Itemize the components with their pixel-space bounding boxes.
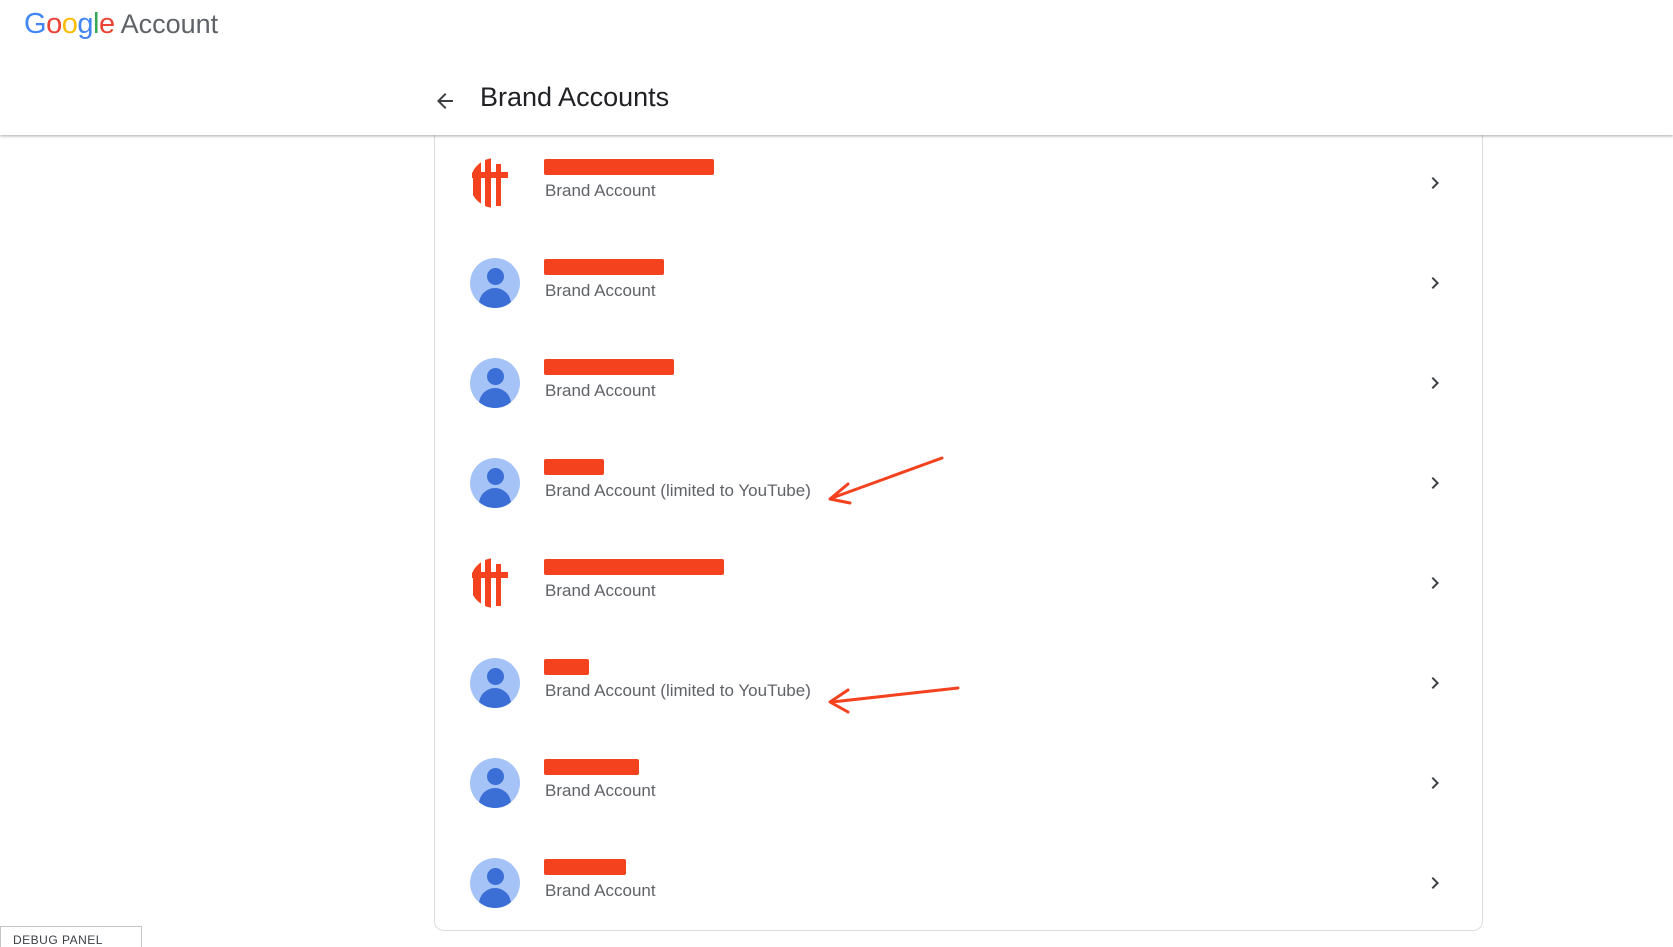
- person-icon: [470, 758, 520, 808]
- chevron-right-icon: [1431, 477, 1439, 489]
- account-type-label: Brand Account: [545, 781, 656, 800]
- brand-accounts-list: Brand Account Brand Account Brand Account B…: [434, 125, 1483, 931]
- chevron-right-icon: [1431, 377, 1439, 389]
- chevron-right-icon: [1431, 177, 1439, 189]
- google-wordmark-letter: o: [61, 8, 78, 40]
- account-wordmark: Account: [120, 9, 219, 39]
- google-wordmark-letter: g: [77, 8, 93, 40]
- brand-account-row[interactable]: Brand Account: [435, 233, 1484, 333]
- arrow-back-icon: [437, 93, 453, 109]
- account-type-label: Brand Account: [545, 181, 656, 200]
- account-type-label: Brand Account: [545, 881, 656, 900]
- redacted-account-name: [544, 759, 639, 775]
- brand-account-row[interactable]: Brand Account: [435, 533, 1484, 633]
- page-title: Brand Accounts: [480, 82, 670, 112]
- person-icon: [470, 258, 520, 308]
- redacted-avatar: [470, 558, 520, 608]
- app-header: Google Account Brand Accounts: [0, 0, 1673, 135]
- person-icon: [470, 858, 520, 908]
- google-account-logo[interactable]: Google Account: [24, 8, 218, 42]
- google-wordmark-letter: e: [98, 8, 115, 40]
- brand-account-row[interactable]: Brand Account: [435, 833, 1484, 933]
- debug-panel-button[interactable]: DEBUG PANEL: [0, 926, 142, 947]
- person-icon: [470, 658, 520, 708]
- person-icon: [470, 458, 520, 508]
- redacted-account-name: [544, 259, 664, 275]
- chevron-right-icon: [1431, 677, 1439, 689]
- chevron-right-icon: [1431, 577, 1439, 589]
- brand-account-row[interactable]: Brand Account (limited to YouTube): [435, 633, 1484, 733]
- redacted-account-name: [544, 559, 724, 575]
- redacted-avatar: [470, 158, 520, 208]
- redacted-account-name: [544, 659, 589, 675]
- person-icon: [470, 358, 520, 408]
- chevron-right-icon: [1431, 877, 1439, 889]
- redacted-account-name: [544, 859, 626, 875]
- brand-account-row[interactable]: Brand Account: [435, 133, 1484, 233]
- brand-account-row[interactable]: Brand Account: [435, 333, 1484, 433]
- account-type-label: Brand Account: [545, 281, 656, 300]
- google-wordmark-letter: G: [24, 8, 47, 40]
- redacted-account-name: [544, 159, 714, 175]
- account-type-label: Brand Account: [545, 581, 656, 600]
- account-type-label: Brand Account: [545, 381, 656, 400]
- chevron-right-icon: [1431, 777, 1439, 789]
- account-type-label: Brand Account (limited to YouTube): [545, 481, 811, 500]
- back-button[interactable]: [428, 84, 462, 118]
- redacted-account-name: [544, 459, 604, 475]
- google-wordmark-letter: o: [46, 8, 62, 40]
- account-type-label: Brand Account (limited to YouTube): [545, 681, 811, 700]
- redacted-account-name: [544, 359, 674, 375]
- brand-account-row[interactable]: Brand Account (limited to YouTube): [435, 433, 1484, 533]
- brand-account-row[interactable]: Brand Account: [435, 733, 1484, 833]
- google-wordmark: Google: [24, 8, 115, 41]
- chevron-right-icon: [1431, 277, 1439, 289]
